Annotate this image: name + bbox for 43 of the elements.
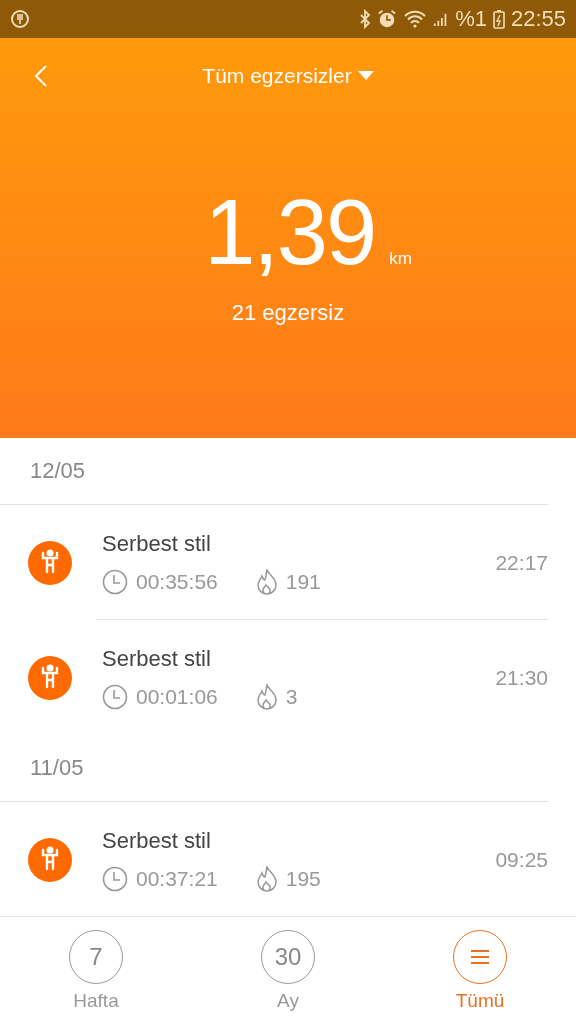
workout-row[interactable]: Serbest stil 00:35:56 191 22:17 — [0, 505, 576, 620]
workout-duration: 00:35:56 — [136, 569, 218, 594]
wifi-icon — [403, 9, 428, 29]
bluetooth-icon — [359, 9, 372, 29]
flame-icon — [255, 683, 278, 710]
calories-burned: 3 — [285, 684, 298, 709]
date-heading: 12/05 — [30, 458, 86, 484]
total-distance: 1,39 — [204, 186, 376, 278]
clock-icon — [102, 683, 128, 710]
menu-icon — [470, 948, 490, 965]
exercise-count: 21 egzersiz — [231, 300, 345, 326]
workout-duration: 00:01:06 — [136, 684, 218, 709]
workout-name: Serbest stil — [102, 827, 212, 854]
period-tab[interactable]: Tümü — [420, 929, 540, 1012]
clock-time: 22:55 — [510, 6, 566, 32]
flame-icon — [255, 568, 278, 595]
workout-row[interactable]: Serbest stil 00:37:21 195 09:25 — [0, 802, 576, 916]
caret-icon — [357, 71, 374, 81]
battery-percent: %1 — [455, 6, 487, 32]
back-icon[interactable] — [34, 64, 48, 88]
workout-time: 09:25 — [495, 847, 548, 872]
workout-person-icon — [28, 837, 72, 882]
workout-time: 22:17 — [495, 550, 548, 575]
workout-name: Serbest stil — [102, 530, 212, 557]
workout-name: Serbest stil — [102, 645, 212, 672]
exercise-filter-dropdown[interactable]: Tüm egzersizler — [202, 64, 374, 88]
alarm-icon — [377, 9, 398, 29]
workout-row[interactable]: Serbest stil 00:01:06 3 21:30 — [0, 620, 576, 735]
app-notification-icon — [10, 9, 30, 29]
clock-icon — [102, 865, 128, 892]
calories-burned: 195 — [285, 866, 321, 891]
workout-duration: 00:37:21 — [136, 866, 218, 891]
flame-icon — [255, 865, 278, 892]
calories-burned: 191 — [285, 569, 321, 594]
workout-time: 21:30 — [495, 665, 548, 690]
period-tab[interactable]: 7 Hafta — [36, 929, 156, 1012]
clock-icon — [102, 568, 128, 595]
battery-charging-icon — [492, 9, 505, 29]
workout-person-icon — [28, 655, 72, 700]
date-heading: 11/05 — [30, 755, 84, 781]
period-tab[interactable]: 30 Ay — [228, 929, 348, 1012]
distance-unit: km — [389, 249, 412, 269]
workout-person-icon — [28, 540, 72, 585]
